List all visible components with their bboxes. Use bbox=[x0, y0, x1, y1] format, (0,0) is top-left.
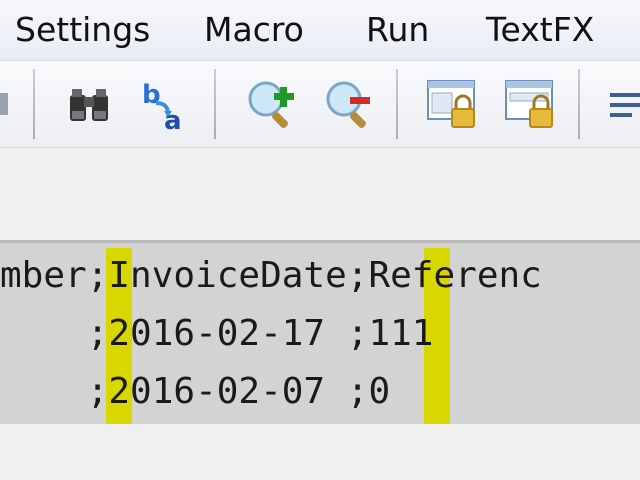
menu-run[interactable]: Run bbox=[366, 6, 429, 54]
editor-line[interactable]: ;2016-02-17 ;111 bbox=[0, 306, 434, 362]
tab-area bbox=[0, 148, 640, 240]
menu-macro[interactable]: Macro bbox=[204, 6, 304, 54]
zoom-in-icon[interactable] bbox=[240, 73, 304, 137]
cut-icon[interactable] bbox=[0, 73, 24, 137]
menu-textfx[interactable]: TextFX bbox=[486, 6, 594, 54]
editor-line[interactable]: mber;InvoiceDate;Referenc bbox=[0, 248, 542, 304]
lock-window-2-icon[interactable] bbox=[500, 73, 564, 137]
editor-line[interactable]: ;2016-02-07 ;0 bbox=[0, 364, 390, 420]
svg-text:b: b bbox=[142, 80, 161, 110]
find-binoculars-icon[interactable] bbox=[58, 73, 122, 137]
menu-bar: Settings Macro Run TextFX bbox=[0, 0, 640, 61]
toolbar-separator bbox=[214, 69, 216, 139]
toolbar-separator bbox=[396, 69, 398, 139]
toolbar-separator bbox=[33, 69, 35, 139]
toolbar-separator bbox=[578, 69, 580, 139]
editor-bottom-area bbox=[0, 424, 640, 480]
menu-settings[interactable]: Settings bbox=[15, 6, 150, 54]
replace-icon[interactable]: b a bbox=[134, 73, 198, 137]
zoom-out-icon[interactable] bbox=[318, 73, 382, 137]
lock-window-icon[interactable] bbox=[422, 73, 486, 137]
toolbar: b a bbox=[0, 61, 640, 148]
word-wrap-icon[interactable] bbox=[604, 73, 640, 137]
